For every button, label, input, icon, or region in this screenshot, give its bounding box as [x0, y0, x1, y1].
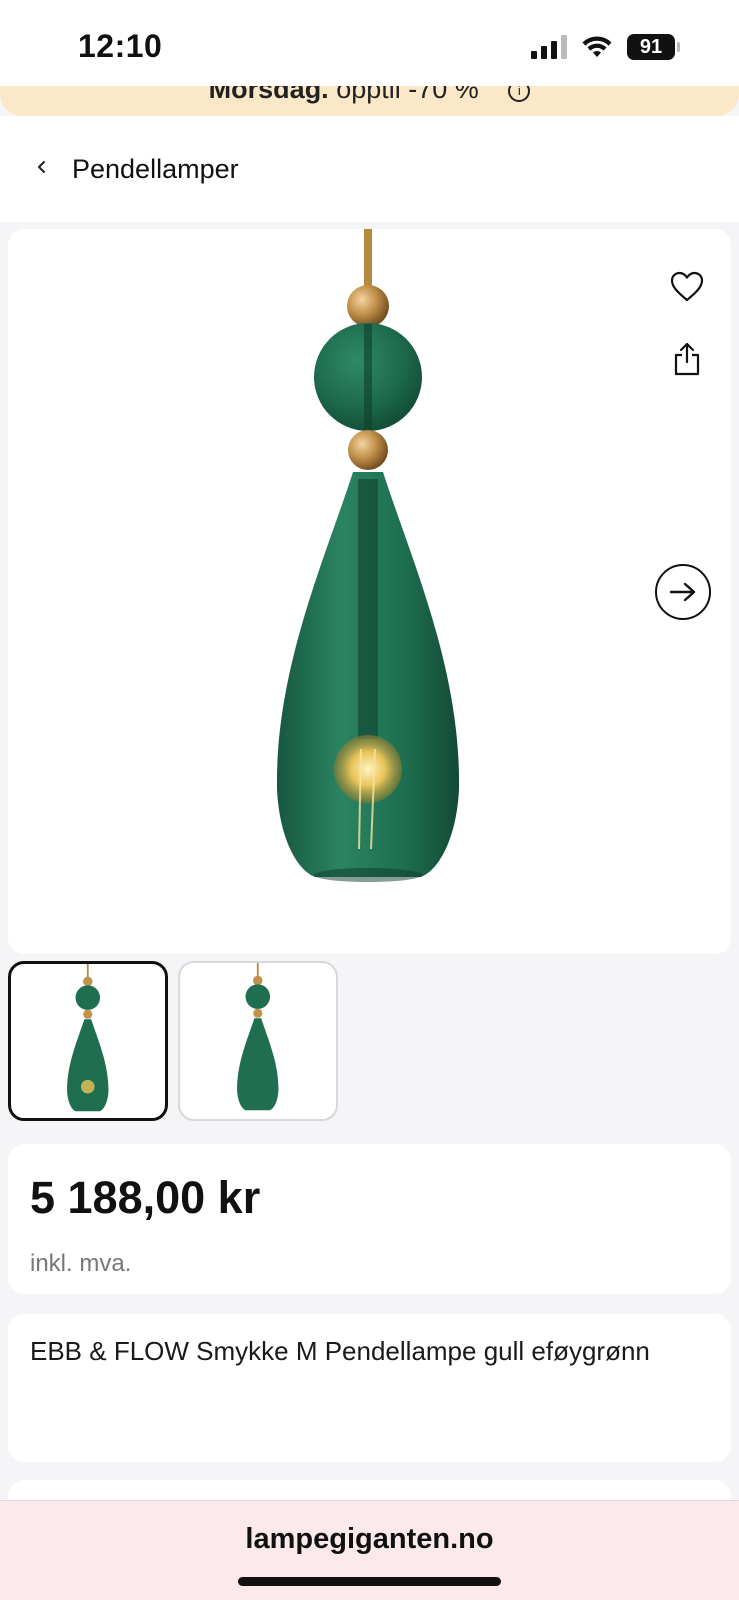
navigation-bar: Pendellamper — [0, 116, 739, 222]
breadcrumb-category[interactable]: Pendellamper — [72, 154, 239, 185]
product-title-card: EBB & FLOW Smykke M Pendellampe gull efø… — [8, 1314, 731, 1462]
product-image — [276, 229, 460, 882]
status-time: 12:10 — [78, 28, 163, 64]
thumbnail-strip — [8, 961, 338, 1121]
browser-url-bar[interactable]: lampegiganten.no — [0, 1500, 739, 1600]
arrow-right-icon — [669, 582, 696, 602]
back-button[interactable] — [34, 154, 54, 184]
wifi-icon — [582, 36, 612, 57]
chevron-left-icon — [38, 161, 45, 173]
thumbnail-image — [67, 964, 109, 1112]
promo-bold-text: Morsdag. — [208, 86, 329, 104]
promo-banner[interactable]: Morsdag. opptil -70 % i — [0, 86, 739, 116]
share-icon — [674, 342, 700, 376]
favorite-button[interactable] — [665, 265, 709, 309]
cellular-signal-icon — [531, 35, 567, 59]
status-bar: 12:10 91 — [0, 0, 739, 90]
vat-note: inkl. mva. — [30, 1250, 132, 1277]
share-button[interactable] — [665, 337, 709, 381]
status-icons: 91 — [531, 34, 680, 60]
next-image-button[interactable] — [655, 564, 711, 620]
promo-text: Morsdag. opptil -70 % i — [0, 86, 739, 105]
price-card: 5 188,00 kr inkl. mva. — [8, 1144, 731, 1294]
product-image-gallery[interactable] — [8, 229, 731, 954]
product-price: 5 188,00 kr — [30, 1172, 261, 1223]
thumbnail-2[interactable] — [178, 961, 338, 1121]
promo-discount-text: opptil -70 % — [336, 86, 479, 104]
home-indicator[interactable] — [238, 1577, 501, 1586]
product-title: EBB & FLOW Smykke M Pendellampe gull efø… — [30, 1336, 650, 1366]
thumbnail-1[interactable] — [8, 961, 168, 1121]
thumbnail-image — [237, 963, 279, 1111]
url-text[interactable]: lampegiganten.no — [0, 1523, 739, 1556]
battery-icon: 91 — [627, 34, 680, 60]
heart-icon — [670, 271, 704, 302]
info-icon[interactable]: i — [508, 86, 531, 102]
